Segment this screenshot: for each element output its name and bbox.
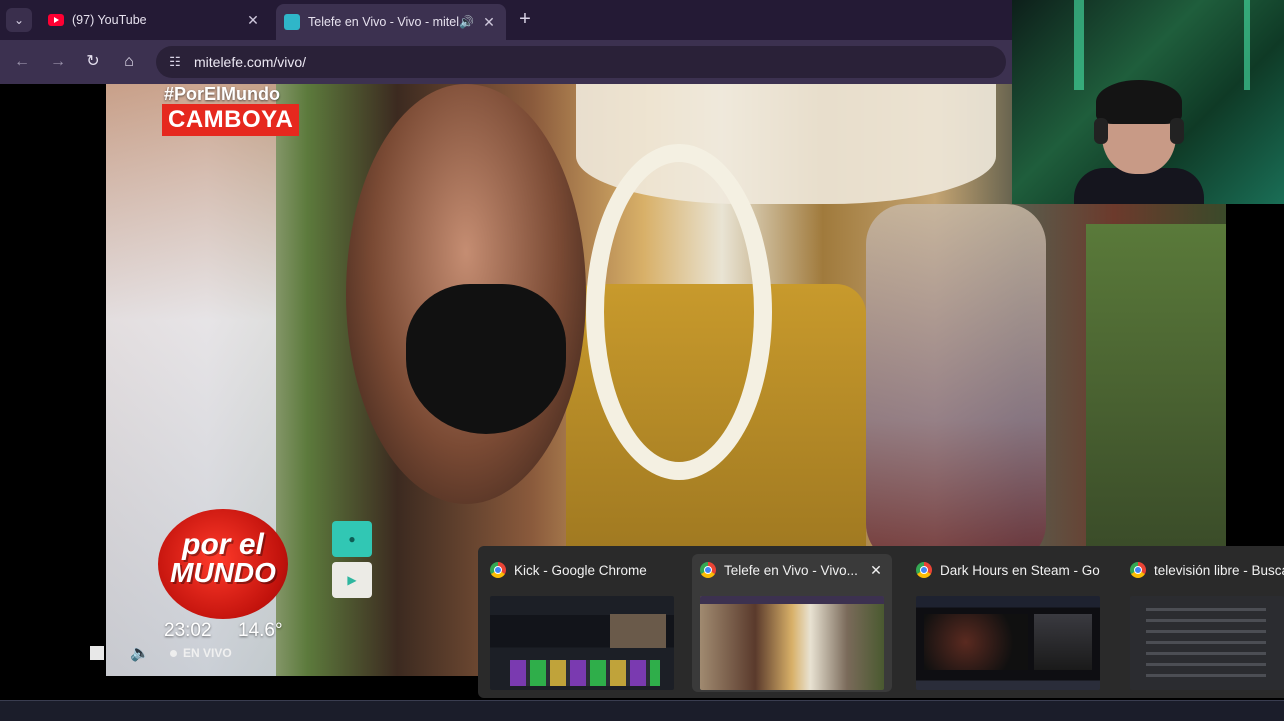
live-label: EN VIVO — [183, 646, 232, 660]
telefe-icon — [284, 14, 300, 30]
back-icon[interactable]: ← — [10, 50, 34, 74]
speaker-icon[interactable]: 🔊 — [459, 15, 474, 29]
close-icon[interactable]: ✕ — [480, 14, 498, 31]
window-title: Kick - Google Chrome — [514, 562, 647, 578]
window-thumbnail — [700, 596, 884, 690]
switcher-window-telefe[interactable]: Telefe en Vivo - Vivo... ✕ — [692, 554, 892, 692]
forward-icon[interactable]: → — [46, 50, 70, 74]
chrome-icon — [1130, 562, 1146, 578]
window-thumbnail — [490, 596, 674, 690]
tab-title: Telefe en Vivo - Vivo - mitel — [308, 15, 459, 29]
window-thumbnail — [916, 596, 1100, 690]
logo-line2: MUNDO — [170, 557, 276, 588]
chrome-icon — [916, 562, 932, 578]
tab-strip: ⌄ (97) YouTube ✕ Telefe en Vivo - Vivo -… — [0, 0, 1012, 40]
temperature-text: 14.6° — [238, 620, 283, 641]
tab-youtube[interactable]: (97) YouTube ✕ — [40, 4, 270, 36]
window-thumbnail — [1130, 596, 1284, 690]
address-bar[interactable]: ☷ mitelefe.com/vivo/ — [156, 46, 1006, 78]
home-icon[interactable]: ⌂ — [117, 50, 141, 74]
close-icon[interactable]: ✕ — [868, 562, 884, 579]
play-icon[interactable]: ▶ — [332, 562, 372, 598]
window-title: Dark Hours en Steam - Goo... — [940, 562, 1100, 578]
live-dot-icon — [170, 650, 177, 658]
chevron-down-icon: ⌄ — [13, 13, 25, 27]
tab-title: (97) YouTube — [72, 13, 147, 27]
switcher-window-kick[interactable]: Kick - Google Chrome — [482, 554, 682, 692]
volume-icon[interactable]: 🔈 — [130, 643, 150, 663]
tab-search-button[interactable]: ⌄ — [6, 8, 32, 32]
reload-icon[interactable]: ↻ — [81, 50, 105, 74]
tab-telefe[interactable]: Telefe en Vivo - Vivo - mitel 🔊 ✕ — [276, 4, 506, 40]
chrome-icon — [490, 562, 506, 578]
taskbar — [0, 700, 1284, 721]
window-title: televisión libre - Buscar — [1154, 562, 1284, 578]
switcher-window-google[interactable]: televisión libre - Buscar — [1122, 554, 1284, 692]
microphone — [406, 284, 566, 434]
switcher-window-steam[interactable]: Dark Hours en Steam - Goo... — [908, 554, 1108, 692]
url-text: mitelefe.com/vivo/ — [194, 54, 307, 70]
streamer-avatar — [1074, 78, 1204, 204]
window-switcher: Kick - Google Chrome Telefe en Vivo - Vi… — [478, 546, 1284, 698]
close-icon[interactable]: ✕ — [244, 12, 262, 29]
show-logo: por el MUNDO — [158, 509, 288, 619]
location-pin-icon[interactable]: ● — [332, 521, 372, 557]
live-indicator: EN VIVO — [170, 646, 232, 660]
hashtag-label: #PorElMundo — [164, 84, 280, 104]
clock-text: 23:02 — [164, 620, 212, 641]
window-title: Telefe en Vivo - Vivo... — [724, 562, 858, 578]
country-banner: CAMBOYA — [162, 104, 300, 136]
site-settings-icon[interactable]: ☷ — [164, 54, 186, 70]
chrome-icon — [700, 562, 716, 578]
webcam-overlay — [1012, 0, 1284, 204]
new-tab-button[interactable]: + — [514, 8, 536, 31]
stop-icon[interactable] — [90, 646, 104, 660]
toolbar: ← → ↻ ⌂ ☷ mitelefe.com/vivo/ — [0, 40, 1012, 84]
youtube-icon — [48, 14, 64, 26]
logo-line1: por el — [182, 528, 264, 561]
